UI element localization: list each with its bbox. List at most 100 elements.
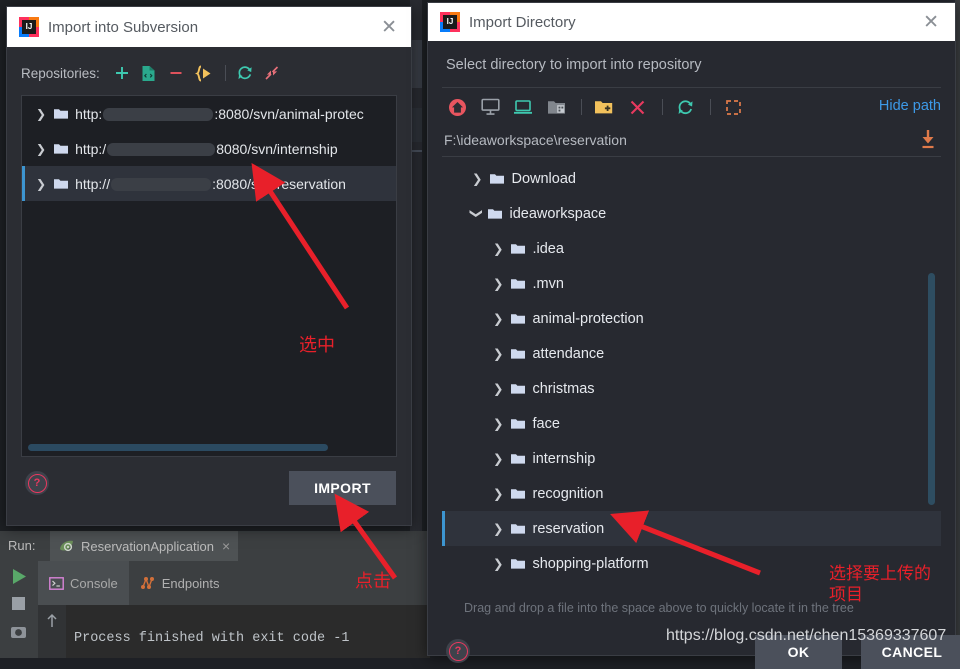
browse-branches-button[interactable] xyxy=(191,61,215,85)
add-repository-button[interactable] xyxy=(110,61,134,85)
refresh-button[interactable] xyxy=(233,61,257,85)
horizontal-scrollbar[interactable] xyxy=(28,444,328,451)
close-icon[interactable]: ✕ xyxy=(381,18,397,37)
chevron-right-icon[interactable]: ❯ xyxy=(36,142,46,156)
toggle-selection-button[interactable] xyxy=(718,94,748,120)
import-button[interactable]: IMPORT xyxy=(289,471,396,505)
rerun-icon xyxy=(13,569,26,584)
redacted-host xyxy=(103,107,214,121)
chevron-right-icon[interactable]: ❯ xyxy=(493,486,503,501)
chevron-right-icon[interactable]: ❯ xyxy=(36,107,46,121)
add-repository-location-button[interactable] xyxy=(137,61,161,85)
repository-url-prefix: http: xyxy=(75,105,103,122)
repository-url-prefix: http:/ xyxy=(75,140,107,157)
folder-icon xyxy=(511,454,526,464)
tab-endpoints-label: Endpoints xyxy=(161,575,220,591)
toolbar-separator xyxy=(662,99,663,115)
remove-repository-button[interactable] xyxy=(164,61,188,85)
right-dialog-titlebar: IJ Import Directory ✕ xyxy=(428,3,955,41)
tree-row[interactable]: ❯ ideaworkspace xyxy=(442,196,941,231)
chevron-right-icon[interactable]: ❯ xyxy=(493,241,503,256)
run-label: Run: xyxy=(8,538,36,553)
chevron-right-icon[interactable]: ❯ xyxy=(493,521,503,536)
new-folder-icon xyxy=(595,100,613,113)
repository-row-selected[interactable]: ❯ http://:8080/svn/reservation xyxy=(22,166,396,201)
chevron-right-icon[interactable]: ❯ xyxy=(493,311,503,326)
folder-icon xyxy=(54,179,69,189)
tree-row-label: animal-protection xyxy=(532,310,644,327)
chevron-right-icon[interactable]: ❯ xyxy=(493,416,503,431)
chevron-down-icon[interactable]: ❯ xyxy=(470,208,485,218)
dashed-square-icon xyxy=(725,99,741,115)
path-field[interactable]: F:\ideaworkspace\reservation xyxy=(444,132,627,148)
left-dialog-titlebar: IJ Import into Subversion ✕ xyxy=(7,7,411,47)
chevron-right-icon[interactable]: ❯ xyxy=(493,381,503,396)
console-gutter xyxy=(38,605,66,658)
close-x-icon xyxy=(630,100,644,114)
tree-row-selected[interactable]: ❯ reservation xyxy=(442,511,941,546)
tree-row[interactable]: ❯ Download xyxy=(442,161,941,196)
tree-row[interactable]: ❯ animal-protection xyxy=(442,301,941,336)
laptop-icon xyxy=(514,99,532,114)
folder-icon xyxy=(54,144,69,154)
console-output-area[interactable]: Process finished with exit code -1 xyxy=(38,605,430,658)
tree-row[interactable]: ❯ .mvn xyxy=(442,266,941,301)
close-icon[interactable]: ✕ xyxy=(923,13,939,32)
run-configuration-tab[interactable]: ReservationApplication × xyxy=(50,531,239,561)
repository-row[interactable]: ❯ http: :8080/svn/animal-protec xyxy=(22,96,396,131)
tree-row[interactable]: ❯ attendance xyxy=(442,336,941,371)
new-folder-button[interactable] xyxy=(589,94,619,120)
plus-icon xyxy=(115,67,128,79)
stop-icon xyxy=(12,597,25,610)
desktop-button[interactable] xyxy=(475,94,505,120)
tree-row-label: .mvn xyxy=(532,275,564,292)
tree-row[interactable]: ❯ face xyxy=(442,406,941,441)
tab-console-label: Console xyxy=(70,575,118,591)
tree-row-label: christmas xyxy=(532,380,595,397)
download-icon[interactable] xyxy=(919,129,937,154)
console-icon xyxy=(49,576,64,590)
tab-console[interactable]: Console xyxy=(38,561,129,605)
chevron-right-icon[interactable]: ❯ xyxy=(493,556,503,571)
vertical-scrollbar[interactable] xyxy=(928,273,935,505)
collapse-all-button[interactable] xyxy=(260,61,284,85)
branch-icon xyxy=(194,65,211,81)
laptop-button[interactable] xyxy=(508,94,538,120)
close-icon[interactable]: × xyxy=(222,538,230,554)
tree-row[interactable]: ❯ recognition xyxy=(442,476,941,511)
chevron-right-icon[interactable]: ❯ xyxy=(36,177,46,191)
repositories-toolbar: Repositories: xyxy=(21,61,287,85)
repository-url-prefix: http:// xyxy=(75,175,111,192)
tree-row[interactable]: ❯ christmas xyxy=(442,371,941,406)
tab-endpoints[interactable]: Endpoints xyxy=(129,561,231,605)
repository-list[interactable]: ❯ http: :8080/svn/animal-protec ❯ http:/ 8… xyxy=(21,95,397,457)
repositories-label: Repositories: xyxy=(21,65,100,81)
refresh-icon xyxy=(678,99,693,114)
chevron-right-icon[interactable]: ❯ xyxy=(493,346,503,361)
left-dialog-title: Import into Subversion xyxy=(48,18,199,36)
tree-row-label: face xyxy=(532,415,560,432)
hide-path-link[interactable]: Hide path xyxy=(879,98,941,114)
import-button-label: IMPORT xyxy=(314,480,371,496)
chevron-right-icon[interactable]: ❯ xyxy=(472,171,482,186)
repository-url-suffix: :8080/svn/animal-protec xyxy=(214,105,364,122)
tree-row[interactable]: ❯ internship xyxy=(442,441,941,476)
file-chooser-toolbar xyxy=(442,94,751,120)
delete-button[interactable] xyxy=(622,94,652,120)
repository-row[interactable]: ❯ http:/ 8080/svn/internship xyxy=(22,131,396,166)
desktop-icon xyxy=(480,98,500,115)
refresh-icon xyxy=(238,66,252,80)
help-button[interactable]: ? xyxy=(446,639,470,663)
refresh-button[interactable] xyxy=(670,94,700,120)
chevron-right-icon[interactable]: ❯ xyxy=(493,451,503,466)
directory-tree[interactable]: ❯ Download ❯ ideaworkspace ❯ .idea ❯ .mv… xyxy=(442,161,941,595)
folder-icon xyxy=(54,109,69,119)
help-button[interactable]: ? xyxy=(25,471,49,495)
home-directory-button[interactable] xyxy=(442,94,472,120)
chevron-right-icon[interactable]: ❯ xyxy=(493,276,503,291)
import-into-subversion-dialog: IJ Import into Subversion ✕ Repositories… xyxy=(6,6,412,526)
tree-row[interactable]: ❯ .idea xyxy=(442,231,941,266)
project-directory-button[interactable] xyxy=(541,94,571,120)
console-text: Process finished with exit code -1 xyxy=(74,631,350,646)
minus-icon xyxy=(170,72,182,74)
